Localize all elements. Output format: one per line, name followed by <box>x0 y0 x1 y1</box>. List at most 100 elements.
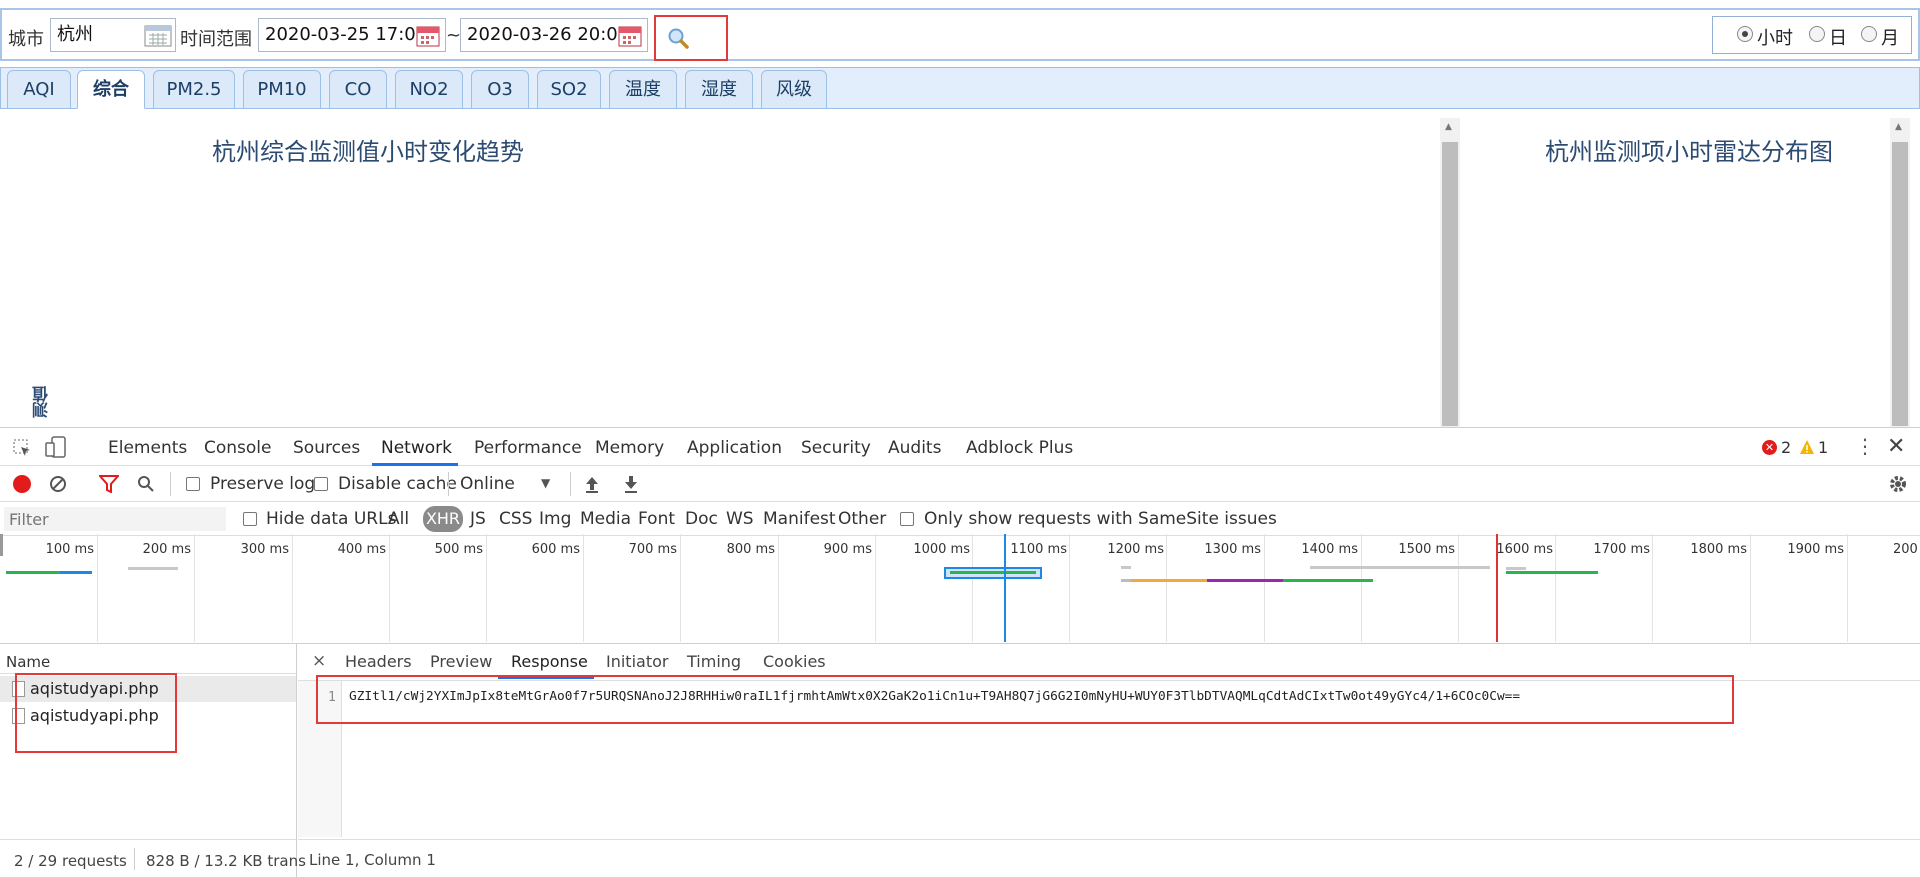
detail-tab-preview[interactable]: Preview <box>430 652 492 671</box>
filter-css[interactable]: CSS <box>499 509 532 529</box>
filter-xhr[interactable]: XHR <box>423 506 463 532</box>
samesite-checkbox[interactable] <box>900 512 914 526</box>
devtools-tab-security[interactable]: Security <box>801 438 871 458</box>
detail-tab-headers[interactable]: Headers <box>345 652 412 671</box>
devtools-tab-audits[interactable]: Audits <box>888 438 941 458</box>
response-highlight <box>316 675 1734 724</box>
timeline-bar <box>1506 567 1526 570</box>
calendar-icon[interactable] <box>616 24 644 48</box>
radio-month[interactable] <box>1861 26 1877 42</box>
error-icon[interactable]: ✕ <box>1762 440 1777 455</box>
devtools-tab-adblock[interactable]: Adblock Plus <box>966 438 1073 458</box>
timeline-gridline <box>486 534 487 642</box>
devtools-tab-network[interactable]: Network <box>381 438 452 458</box>
tab-so2[interactable]: SO2 <box>537 70 601 109</box>
devtools-tab-console[interactable]: Console <box>204 438 272 458</box>
close-devtools-icon[interactable]: ✕ <box>1887 434 1905 459</box>
timeline-bar <box>1207 579 1283 582</box>
timeline-gridline <box>1555 534 1556 642</box>
filter-font[interactable]: Font <box>638 509 675 529</box>
search-icon[interactable] <box>666 26 690 50</box>
more-options-icon[interactable]: ⋮ <box>1855 434 1875 458</box>
close-detail-icon[interactable]: × <box>312 651 326 671</box>
filter-ws[interactable]: WS <box>726 509 754 529</box>
tab-aqi[interactable]: AQI <box>7 70 71 109</box>
filter-img[interactable]: Img <box>539 509 571 529</box>
left-chart-scrollbar[interactable]: ▲ <box>1440 118 1460 427</box>
left-chart-scroll-thumb[interactable] <box>1442 142 1458 426</box>
filter-doc[interactable]: Doc <box>685 509 718 529</box>
detail-tab-initiator[interactable]: Initiator <box>606 652 668 671</box>
tab-wind[interactable]: 风级 <box>761 70 827 109</box>
filter-manifest[interactable]: Manifest <box>763 509 836 529</box>
end-time-field[interactable]: 2020-03-26 20:00 <box>460 18 648 52</box>
tab-no2[interactable]: NO2 <box>395 70 463 109</box>
gear-icon[interactable] <box>1888 474 1908 494</box>
calendar-icon[interactable] <box>414 24 442 48</box>
filter-other[interactable]: Other <box>838 509 886 529</box>
timeline-gridline <box>1652 534 1653 642</box>
devtools-tab-elements[interactable]: Elements <box>108 438 187 458</box>
timeline-bar <box>1131 579 1207 582</box>
filter-icon[interactable] <box>99 475 119 493</box>
tab-overview[interactable]: 综合 <box>77 70 145 109</box>
inspect-element-icon[interactable] <box>12 438 32 458</box>
filter-all[interactable]: All <box>388 509 409 529</box>
scroll-up-arrow-icon[interactable]: ▲ <box>1445 122 1452 132</box>
preserve-log-checkbox[interactable] <box>186 477 200 491</box>
detail-tab-response[interactable]: Response <box>511 652 588 671</box>
import-har-icon[interactable] <box>584 475 600 493</box>
timeline-gridline <box>875 534 876 642</box>
timeline-tick: 1600 ms <box>1496 542 1553 557</box>
city-field[interactable]: 杭州 <box>50 18 176 52</box>
timeline-bar <box>60 571 92 574</box>
scroll-up-arrow-icon[interactable]: ▲ <box>1895 122 1902 132</box>
filter-input[interactable] <box>4 507 226 531</box>
devtools-tab-application[interactable]: Application <box>687 438 782 458</box>
detail-tab-timing[interactable]: Timing <box>687 652 741 671</box>
filter-media[interactable]: Media <box>580 509 631 529</box>
devtools-tab-memory[interactable]: Memory <box>595 438 664 458</box>
tab-pm25[interactable]: PM2.5 <box>153 70 235 109</box>
tab-co[interactable]: CO <box>329 70 387 109</box>
timeline-gridline <box>583 534 584 642</box>
timeline-gridline <box>1750 534 1751 642</box>
search-button-highlight[interactable] <box>654 15 728 61</box>
right-chart-scrollbar[interactable]: ▲ <box>1890 118 1910 427</box>
clear-icon[interactable] <box>49 475 67 493</box>
timeline-gridline <box>194 534 195 642</box>
city-picker-icon[interactable] <box>144 24 172 48</box>
throttle-select[interactable]: Online <box>460 474 515 494</box>
record-icon[interactable] <box>13 475 31 493</box>
export-har-icon[interactable] <box>623 475 639 493</box>
search-icon[interactable] <box>137 475 155 493</box>
hide-data-urls-checkbox[interactable] <box>243 512 257 526</box>
timeline-start-handle[interactable] <box>0 534 3 556</box>
timeline-gridline <box>1264 534 1265 642</box>
tab-pm10[interactable]: PM10 <box>243 70 321 109</box>
dom-content-loaded-marker <box>1004 534 1006 642</box>
devtools-tab-sources[interactable]: Sources <box>293 438 360 458</box>
device-toolbar-icon[interactable] <box>44 436 68 458</box>
start-time-field[interactable]: 2020-03-25 17:00 <box>258 18 446 52</box>
radio-day[interactable] <box>1809 26 1825 42</box>
disable-cache-checkbox[interactable] <box>314 477 328 491</box>
tab-o3[interactable]: O3 <box>471 70 529 109</box>
error-count[interactable]: 2 <box>1781 438 1791 457</box>
tab-temperature[interactable]: 温度 <box>609 70 677 109</box>
filter-js[interactable]: JS <box>470 509 486 529</box>
range-separator: ~ <box>446 25 462 46</box>
devtools-tab-performance[interactable]: Performance <box>474 438 582 458</box>
warning-count[interactable]: 1 <box>1818 438 1828 457</box>
name-column-header[interactable]: Name <box>6 653 50 671</box>
detail-tab-cookies[interactable]: Cookies <box>763 652 826 671</box>
requests-highlight <box>15 673 177 753</box>
tab-humidity[interactable]: 湿度 <box>685 70 753 109</box>
timeline-gridline <box>1847 534 1848 642</box>
chevron-down-icon[interactable]: ▼ <box>541 476 550 490</box>
timeline-gridline <box>972 534 973 642</box>
right-chart-scroll-thumb[interactable] <box>1892 142 1908 426</box>
radio-hour[interactable] <box>1737 26 1753 42</box>
filter-row: Hide data URLs All XHR JS CSS Img Media … <box>0 502 1920 536</box>
warning-icon[interactable] <box>1799 439 1815 455</box>
